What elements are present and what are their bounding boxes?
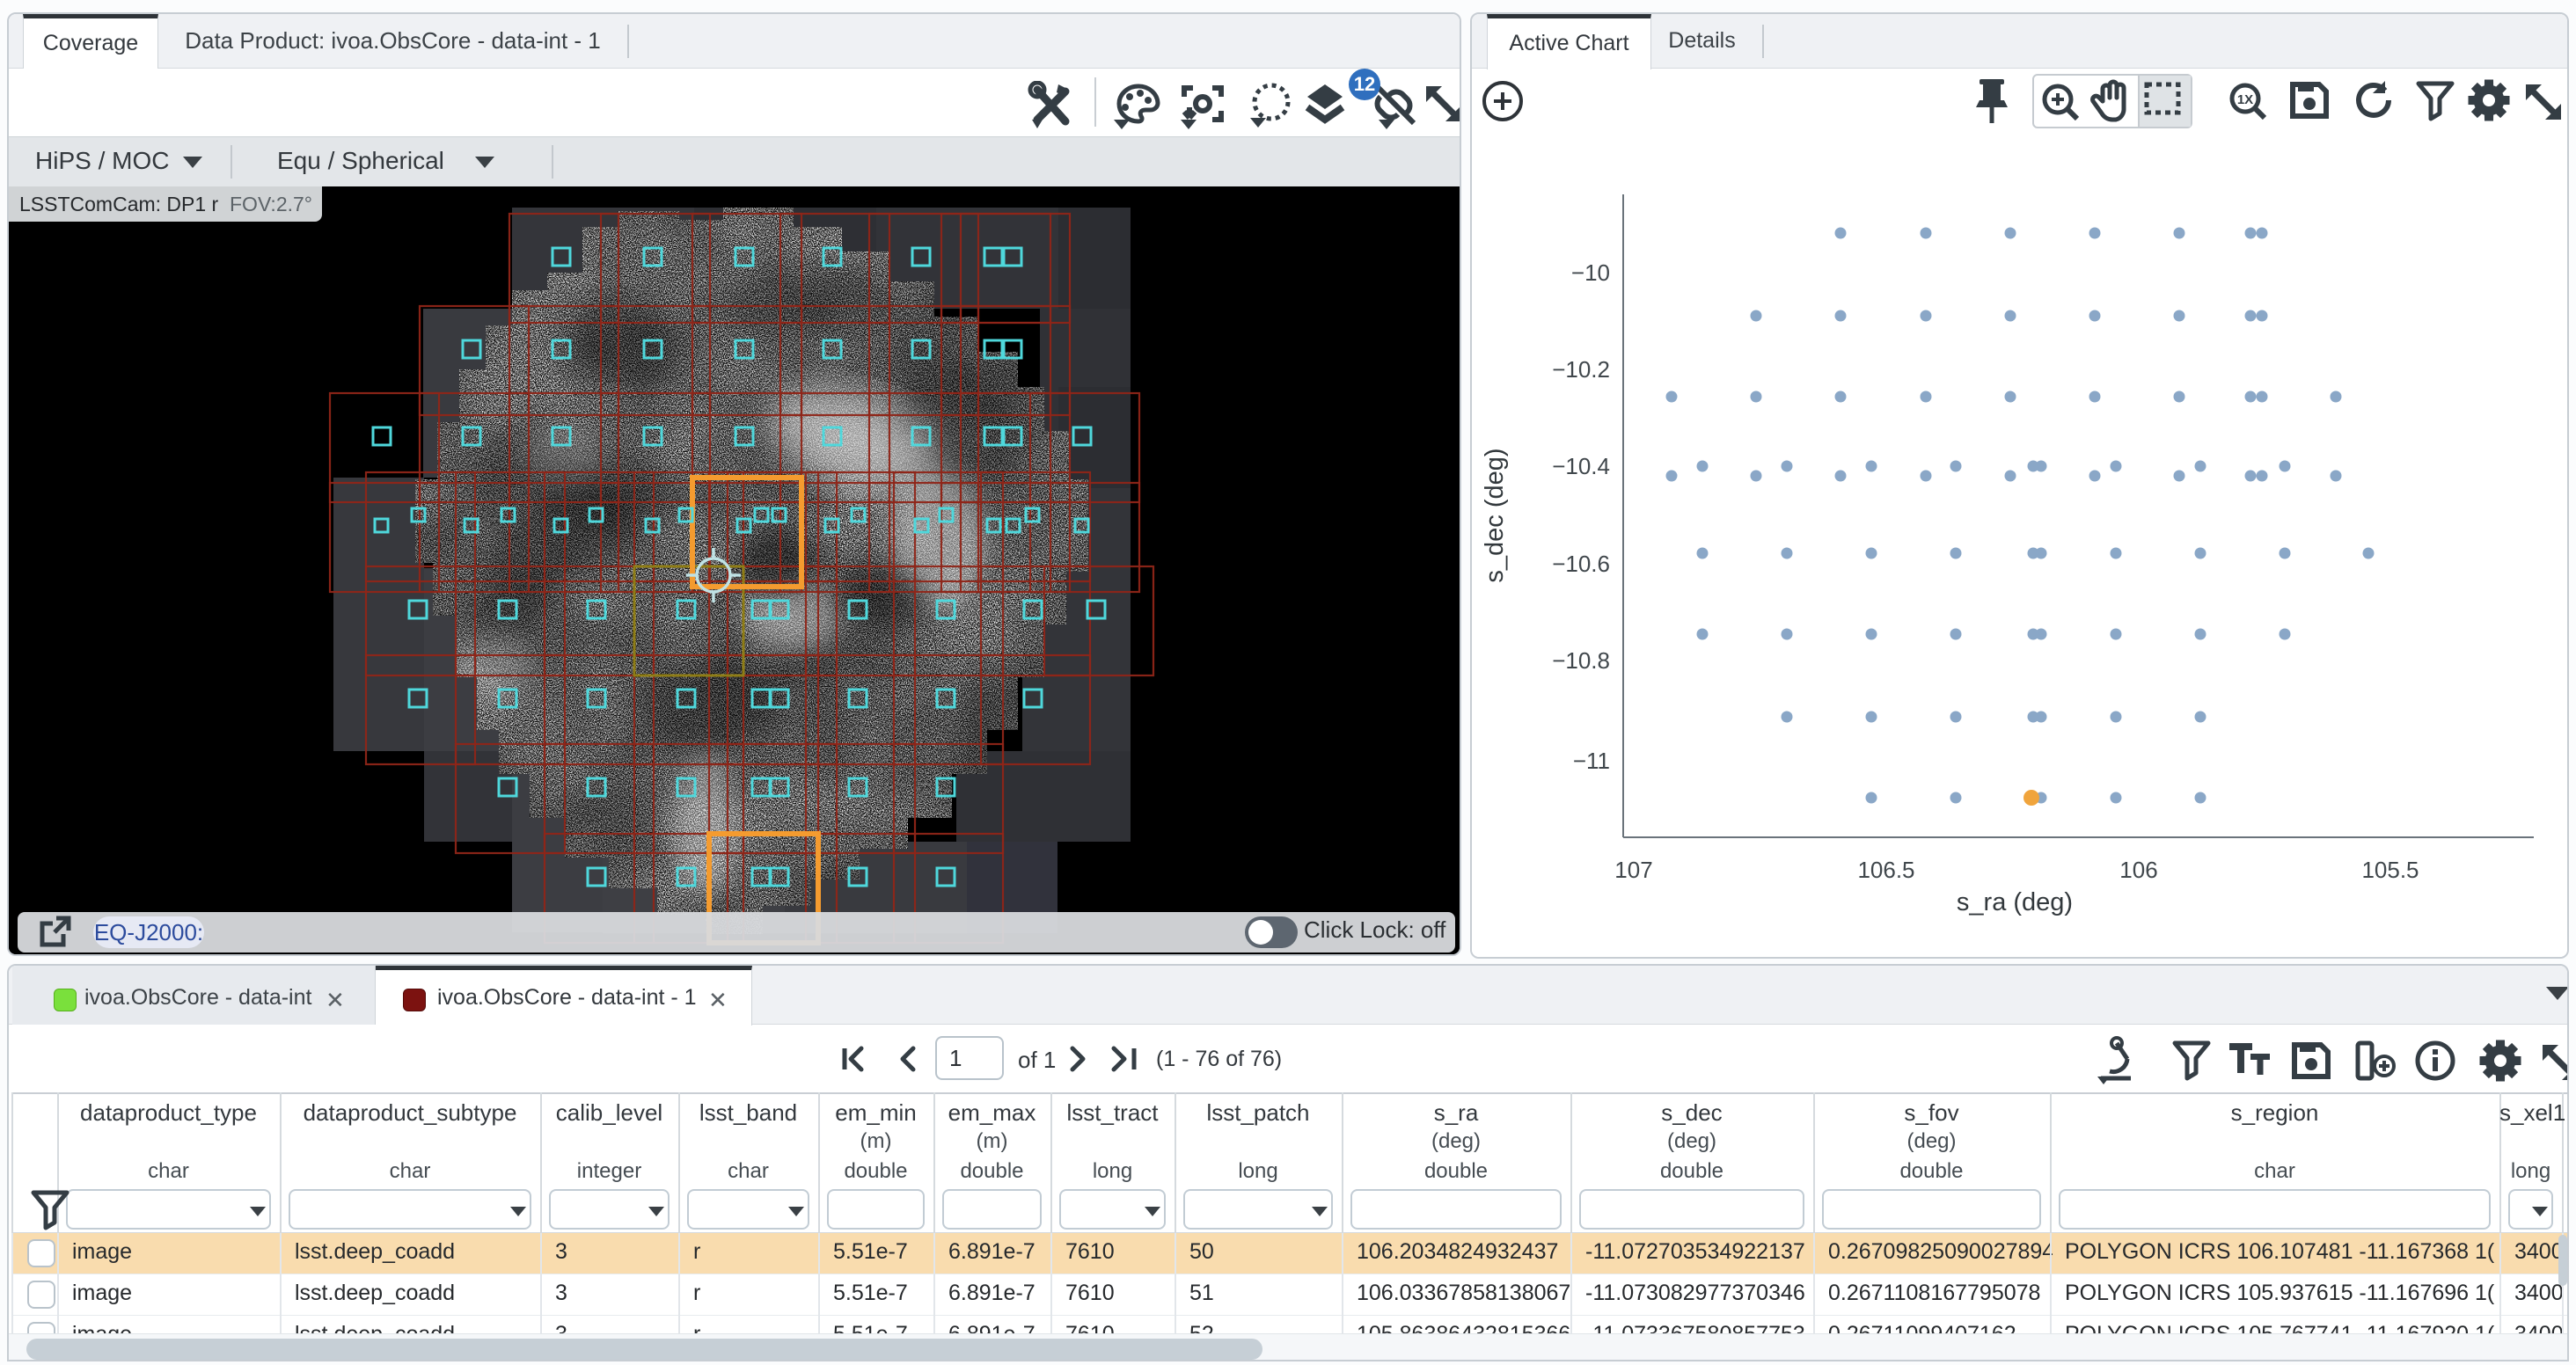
svg-text:−11: −11	[1573, 748, 1610, 774]
svg-text:105.5: 105.5	[2361, 857, 2419, 883]
svg-text:s_dec (deg): s_dec (deg)	[1481, 448, 1509, 582]
svg-text:107: 107	[1614, 857, 1652, 883]
svg-text:−10: −10	[1571, 259, 1610, 286]
svg-text:−10.8: −10.8	[1552, 647, 1610, 674]
svg-text:−10.2: −10.2	[1552, 356, 1610, 383]
svg-text:1X: 1X	[2237, 92, 2253, 107]
svg-text:106: 106	[2119, 857, 2157, 883]
svg-text:s_ra (deg): s_ra (deg)	[1957, 888, 2073, 916]
svg-text:106.5: 106.5	[1857, 857, 1914, 883]
svg-text:−10.4: −10.4	[1552, 453, 1610, 479]
svg-text:−10.6: −10.6	[1552, 551, 1610, 577]
